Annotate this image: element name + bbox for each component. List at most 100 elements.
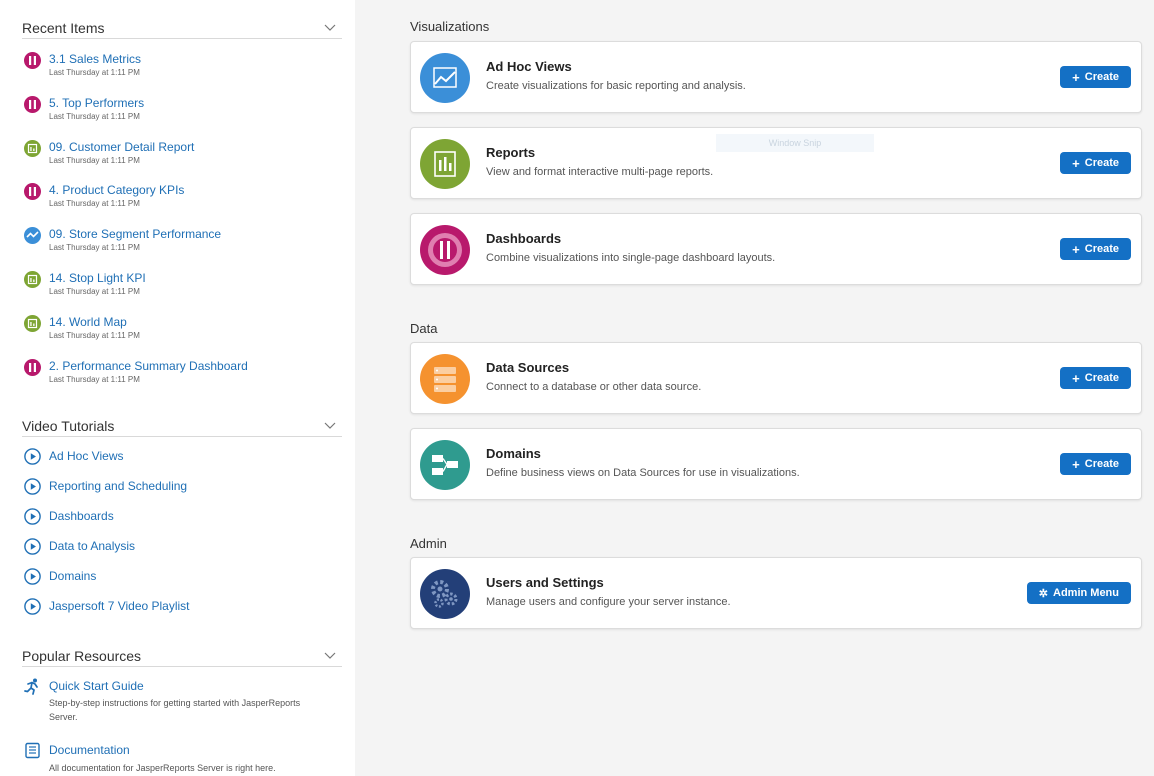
card-users-settings[interactable]: Users and Settings Manage users and conf… xyxy=(410,557,1142,629)
dashboard-icon xyxy=(24,96,41,113)
runner-icon xyxy=(24,678,38,695)
video-link[interactable]: Reporting and Scheduling xyxy=(24,476,344,496)
video-link-label: Domains xyxy=(49,569,97,583)
dashboard-icon xyxy=(24,52,41,69)
dashboard-icon xyxy=(24,183,41,200)
play-icon xyxy=(24,447,41,465)
card-title: Users and Settings xyxy=(486,575,604,590)
recent-item-time: Last Thursday at 1:11 PM xyxy=(49,199,140,208)
database-icon xyxy=(420,354,470,404)
card-dashboards[interactable]: Dashboards Combine visualizations into s… xyxy=(410,213,1142,285)
play-icon xyxy=(24,567,41,585)
report-icon xyxy=(24,315,41,332)
domain-icon xyxy=(420,440,470,490)
video-link-label: Jaspersoft 7 Video Playlist xyxy=(49,599,190,613)
plus-icon: + xyxy=(1072,155,1080,171)
chevron-down-icon[interactable] xyxy=(324,420,336,432)
resource-item[interactable]: Documentation All documentation for Jasp… xyxy=(24,742,344,776)
report-icon xyxy=(24,271,41,288)
popular-resources-title: Popular Resources xyxy=(22,647,142,664)
recent-item-title[interactable]: 3.1 Sales Metrics xyxy=(49,52,141,66)
video-link[interactable]: Ad Hoc Views xyxy=(24,446,344,466)
card-description: Manage users and configure your server i… xyxy=(486,596,731,608)
video-link[interactable]: Jaspersoft 7 Video Playlist xyxy=(24,596,344,616)
video-link[interactable]: Domains xyxy=(24,566,344,586)
recent-item-time: Last Thursday at 1:11 PM xyxy=(49,156,140,165)
recent-item[interactable]: 2. Performance Summary Dashboard Last Th… xyxy=(24,358,344,392)
recent-item-title[interactable]: 5. Top Performers xyxy=(49,96,144,110)
create-data-source-button[interactable]: + Create xyxy=(1060,367,1131,389)
button-label: Create xyxy=(1084,372,1119,384)
video-tutorials-header[interactable]: Video Tutorials xyxy=(22,415,342,437)
create-domain-button[interactable]: + Create xyxy=(1060,453,1131,475)
video-link[interactable]: Dashboards xyxy=(24,506,344,526)
play-icon xyxy=(24,477,41,495)
create-report-button[interactable]: + Create xyxy=(1060,152,1131,174)
card-domains[interactable]: Domains Define business views on Data So… xyxy=(410,428,1142,500)
resource-title[interactable]: Quick Start Guide xyxy=(49,679,144,693)
resource-title[interactable]: Documentation xyxy=(49,743,130,757)
recent-item-title[interactable]: 09. Store Segment Performance xyxy=(49,227,221,241)
card-adhoc-views[interactable]: Ad Hoc Views Create visualizations for b… xyxy=(410,41,1142,113)
dashboard-icon xyxy=(24,359,41,376)
recent-item[interactable]: 14. Stop Light KPI Last Thursday at 1:11… xyxy=(24,270,344,304)
create-dashboard-button[interactable]: + Create xyxy=(1060,238,1131,260)
video-link-label: Dashboards xyxy=(49,509,114,523)
recent-item-time: Last Thursday at 1:11 PM xyxy=(49,112,140,121)
button-label: Create xyxy=(1084,458,1119,470)
plus-icon: + xyxy=(1072,370,1080,386)
chevron-down-icon[interactable] xyxy=(324,650,336,662)
button-label: Create xyxy=(1084,243,1119,255)
play-icon xyxy=(24,507,41,525)
recent-items-title: Recent Items xyxy=(22,19,105,36)
recent-item-time: Last Thursday at 1:11 PM xyxy=(49,375,140,384)
recent-item-time: Last Thursday at 1:11 PM xyxy=(49,331,140,340)
card-description: Define business views on Data Sources fo… xyxy=(486,467,800,479)
recent-item-title[interactable]: 4. Product Category KPIs xyxy=(49,183,184,197)
resource-description: Step-by-step instructions for getting st… xyxy=(49,698,301,722)
adhoc-view-icon xyxy=(24,227,41,244)
dashboard-icon xyxy=(420,225,470,275)
plus-icon: + xyxy=(1072,241,1080,257)
gear-icon: ✲ xyxy=(1038,587,1048,600)
recent-item-title[interactable]: 2. Performance Summary Dashboard xyxy=(49,359,248,373)
section-title-data: Data xyxy=(410,321,438,336)
recent-item[interactable]: 3.1 Sales Metrics Last Thursday at 1:11 … xyxy=(24,51,344,85)
card-title: Dashboards xyxy=(486,231,562,246)
recent-item-title[interactable]: 14. World Map xyxy=(49,315,127,329)
button-label: Create xyxy=(1084,71,1119,83)
card-title: Data Sources xyxy=(486,360,570,375)
recent-item[interactable]: 14. World Map Last Thursday at 1:11 PM xyxy=(24,314,344,348)
card-description: Create visualizations for basic reportin… xyxy=(486,80,746,92)
admin-menu-button[interactable]: ✲ Admin Menu xyxy=(1026,582,1131,604)
section-title-admin: Admin xyxy=(410,536,447,551)
card-title: Reports xyxy=(486,145,536,160)
card-description: Connect to a database or other data sour… xyxy=(486,381,702,393)
recent-item[interactable]: 09. Customer Detail Report Last Thursday… xyxy=(24,139,344,173)
card-description: Combine visualizations into single-page … xyxy=(486,252,776,264)
video-link-label: Ad Hoc Views xyxy=(49,449,124,463)
recent-item[interactable]: 5. Top Performers Last Thursday at 1:11 … xyxy=(24,95,344,129)
recent-item-title[interactable]: 09. Customer Detail Report xyxy=(49,140,194,154)
popular-resources-header[interactable]: Popular Resources xyxy=(22,645,342,667)
create-adhoc-view-button[interactable]: + Create xyxy=(1060,66,1131,88)
video-link[interactable]: Data to Analysis xyxy=(24,536,344,556)
video-link-label: Data to Analysis xyxy=(49,539,136,553)
card-title: Ad Hoc Views xyxy=(486,59,572,74)
document-icon xyxy=(25,742,40,759)
chevron-down-icon[interactable] xyxy=(324,22,336,34)
recent-item[interactable]: 4. Product Category KPIs Last Thursday a… xyxy=(24,182,344,216)
video-link-label: Reporting and Scheduling xyxy=(49,479,188,493)
recent-item[interactable]: 09. Store Segment Performance Last Thurs… xyxy=(24,226,344,260)
card-data-sources[interactable]: Data Sources Connect to a database or ot… xyxy=(410,342,1142,414)
button-label: Create xyxy=(1084,157,1119,169)
adhoc-view-icon xyxy=(420,53,470,103)
report-icon xyxy=(420,139,470,189)
recent-item-title[interactable]: 14. Stop Light KPI xyxy=(49,271,146,285)
resource-description: All documentation for JasperReports Serv… xyxy=(49,763,276,773)
recent-item-time: Last Thursday at 1:11 PM xyxy=(49,68,140,77)
resource-item[interactable]: Quick Start Guide Step-by-step instructi… xyxy=(24,678,344,728)
section-title-visualizations: Visualizations xyxy=(410,19,490,34)
gears-icon xyxy=(420,569,470,619)
recent-items-header[interactable]: Recent Items xyxy=(22,17,342,39)
